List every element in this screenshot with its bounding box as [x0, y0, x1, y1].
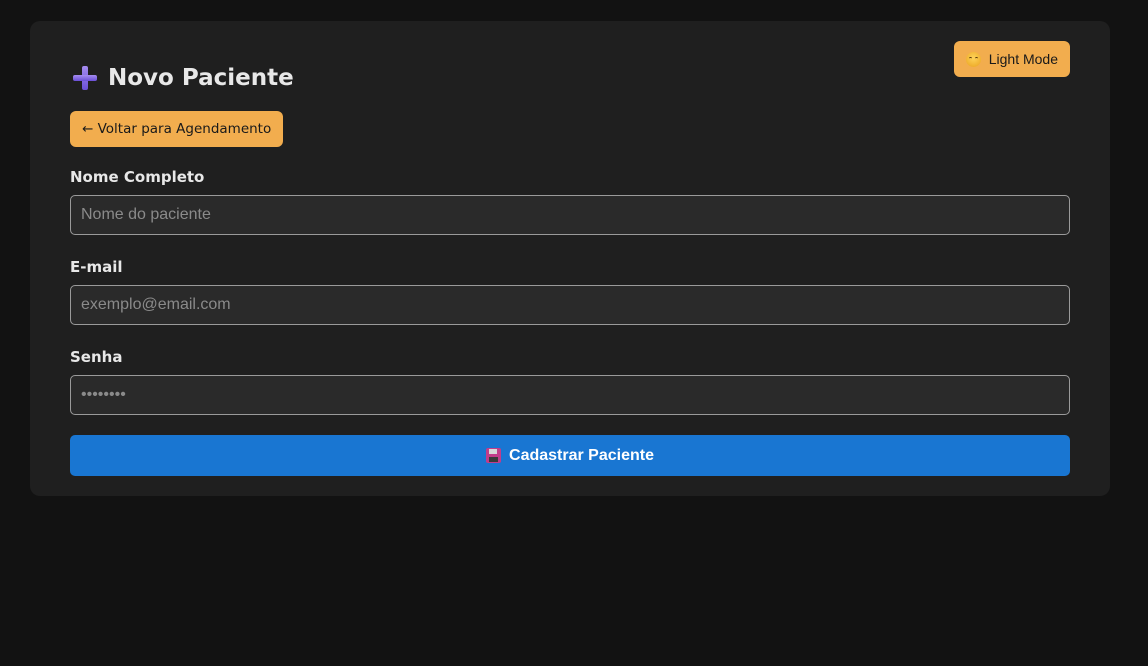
name-label: Nome Completo: [70, 168, 205, 186]
plus-icon: [72, 65, 98, 91]
page-title: Novo Paciente: [108, 65, 294, 91]
back-to-scheduling-button[interactable]: ← Voltar para Agendamento: [70, 111, 284, 147]
password-label: Senha: [70, 348, 123, 366]
title-row: Novo Paciente: [72, 65, 294, 91]
register-patient-label: Cadastrar Paciente: [509, 446, 654, 464]
patient-form-card: Light Mode Novo Paciente ← Voltar para A…: [30, 21, 1110, 496]
floppy-disk-icon: [486, 448, 502, 463]
smiley-icon: [965, 51, 981, 67]
name-input[interactable]: [70, 195, 1070, 235]
password-input[interactable]: [70, 375, 1070, 415]
email-input[interactable]: [70, 285, 1070, 325]
theme-toggle-label: Light Mode: [988, 51, 1058, 67]
theme-toggle-button[interactable]: Light Mode: [953, 41, 1070, 77]
register-patient-button[interactable]: Cadastrar Paciente: [70, 435, 1070, 476]
email-label: E-mail: [70, 258, 123, 276]
